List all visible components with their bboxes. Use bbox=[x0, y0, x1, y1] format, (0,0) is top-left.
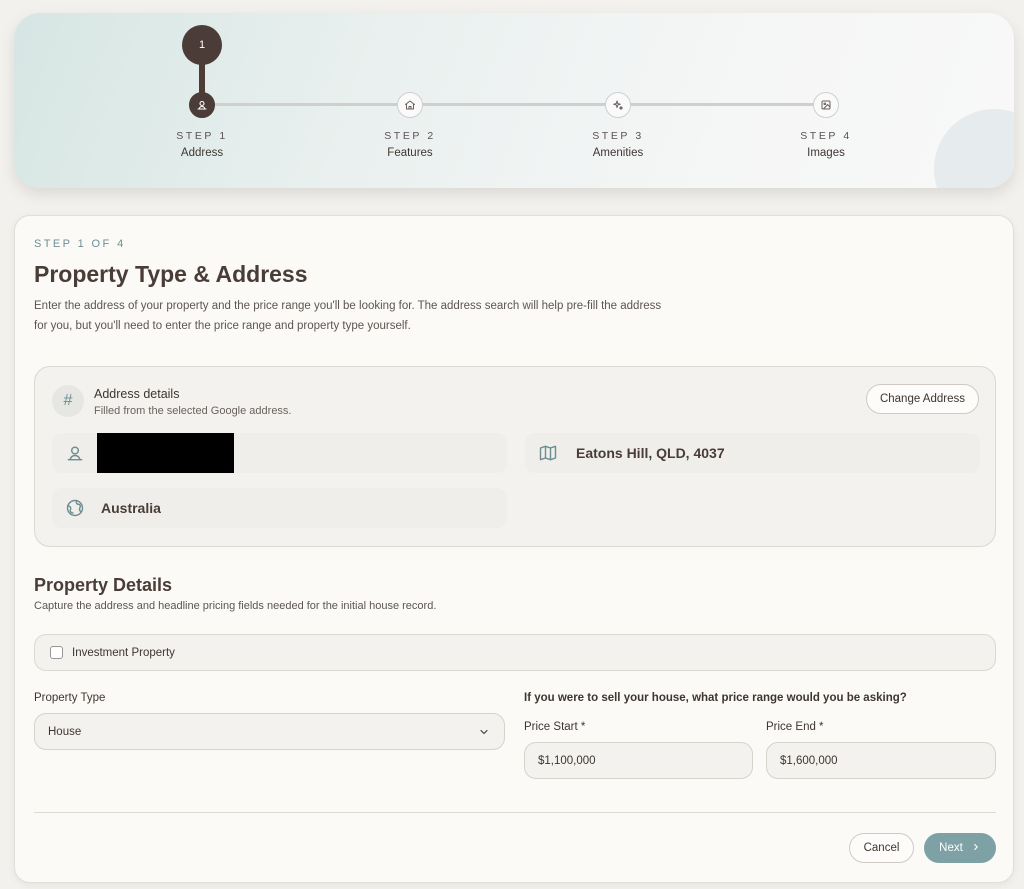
suburb-value: Eatons Hill, QLD, 4037 bbox=[576, 445, 725, 461]
property-details-subtitle: Capture the address and headline pricing… bbox=[34, 600, 437, 612]
footer-divider bbox=[34, 812, 996, 813]
stepper-track bbox=[202, 103, 826, 106]
page-title: Property Type & Address bbox=[34, 261, 308, 287]
step-amenities[interactable]: STEP 3 Amenities bbox=[558, 92, 678, 159]
redacted-street-address bbox=[97, 433, 234, 473]
price-start-label: Price Start * bbox=[524, 721, 586, 733]
step-number: STEP 1 bbox=[176, 130, 228, 142]
step-label: Address bbox=[180, 147, 224, 159]
investment-property-checkbox[interactable] bbox=[50, 646, 63, 659]
price-end-input[interactable]: $1,600,000 bbox=[766, 742, 996, 779]
price-start-input[interactable]: $1,100,000 bbox=[524, 742, 753, 779]
step-eyebrow: STEP 1 OF 4 bbox=[34, 238, 126, 250]
map-icon bbox=[528, 443, 568, 463]
location-pin-icon bbox=[189, 92, 215, 118]
price-range-question: If you were to sell your house, what pri… bbox=[524, 692, 907, 704]
globe-icon bbox=[55, 498, 95, 518]
image-icon bbox=[813, 92, 839, 118]
address-details-panel: # Address details Filled from the select… bbox=[34, 366, 996, 547]
investment-property-toggle[interactable]: Investment Property bbox=[34, 634, 996, 671]
form-card: STEP 1 OF 4 Property Type & Address Ente… bbox=[14, 215, 1014, 883]
property-type-value: House bbox=[48, 725, 82, 738]
next-button[interactable]: Next bbox=[924, 833, 996, 863]
step-images[interactable]: STEP 4 Images bbox=[766, 92, 886, 159]
step-features[interactable]: STEP 2 Features bbox=[350, 92, 470, 159]
hash-icon: # bbox=[52, 385, 84, 417]
decorative-circle bbox=[934, 109, 1014, 188]
chevron-down-icon bbox=[478, 726, 490, 741]
suburb-field: Eatons Hill, QLD, 4037 bbox=[525, 433, 980, 473]
step-number: STEP 2 bbox=[384, 130, 436, 142]
progress-stepper: 1 STEP 1 Address STEP 2 Features STEP 3 … bbox=[14, 13, 1014, 188]
change-address-button[interactable]: Change Address bbox=[865, 384, 979, 414]
address-details-title: Address details bbox=[94, 387, 180, 401]
street-address-field bbox=[52, 433, 507, 473]
country-field: Australia bbox=[52, 488, 507, 528]
step-label: Amenities bbox=[592, 147, 644, 159]
price-end-label: Price End * bbox=[766, 721, 824, 733]
price-start-value: $1,100,000 bbox=[538, 754, 596, 767]
step-address[interactable]: STEP 1 Address bbox=[142, 92, 262, 159]
property-type-select[interactable]: House bbox=[34, 713, 505, 750]
step-label: Images bbox=[807, 147, 845, 159]
step-number: STEP 3 bbox=[592, 130, 644, 142]
location-pin-icon bbox=[55, 443, 95, 463]
next-button-label: Next bbox=[939, 842, 963, 854]
investment-property-label: Investment Property bbox=[72, 646, 175, 659]
chevron-right-icon bbox=[971, 842, 981, 855]
step-label: Features bbox=[387, 147, 433, 159]
address-details-subtitle: Filled from the selected Google address. bbox=[94, 405, 292, 417]
cancel-button[interactable]: Cancel bbox=[849, 833, 914, 863]
property-type-label: Property Type bbox=[34, 692, 106, 704]
property-details-title: Property Details bbox=[34, 575, 173, 595]
sparkles-icon bbox=[605, 92, 631, 118]
page-description: Enter the address of your property and t… bbox=[34, 300, 662, 332]
step-number: STEP 4 bbox=[800, 130, 852, 142]
price-end-value: $1,600,000 bbox=[780, 754, 838, 767]
home-icon bbox=[397, 92, 423, 118]
current-step-bubble: 1 bbox=[182, 25, 222, 65]
country-value: Australia bbox=[101, 500, 161, 516]
